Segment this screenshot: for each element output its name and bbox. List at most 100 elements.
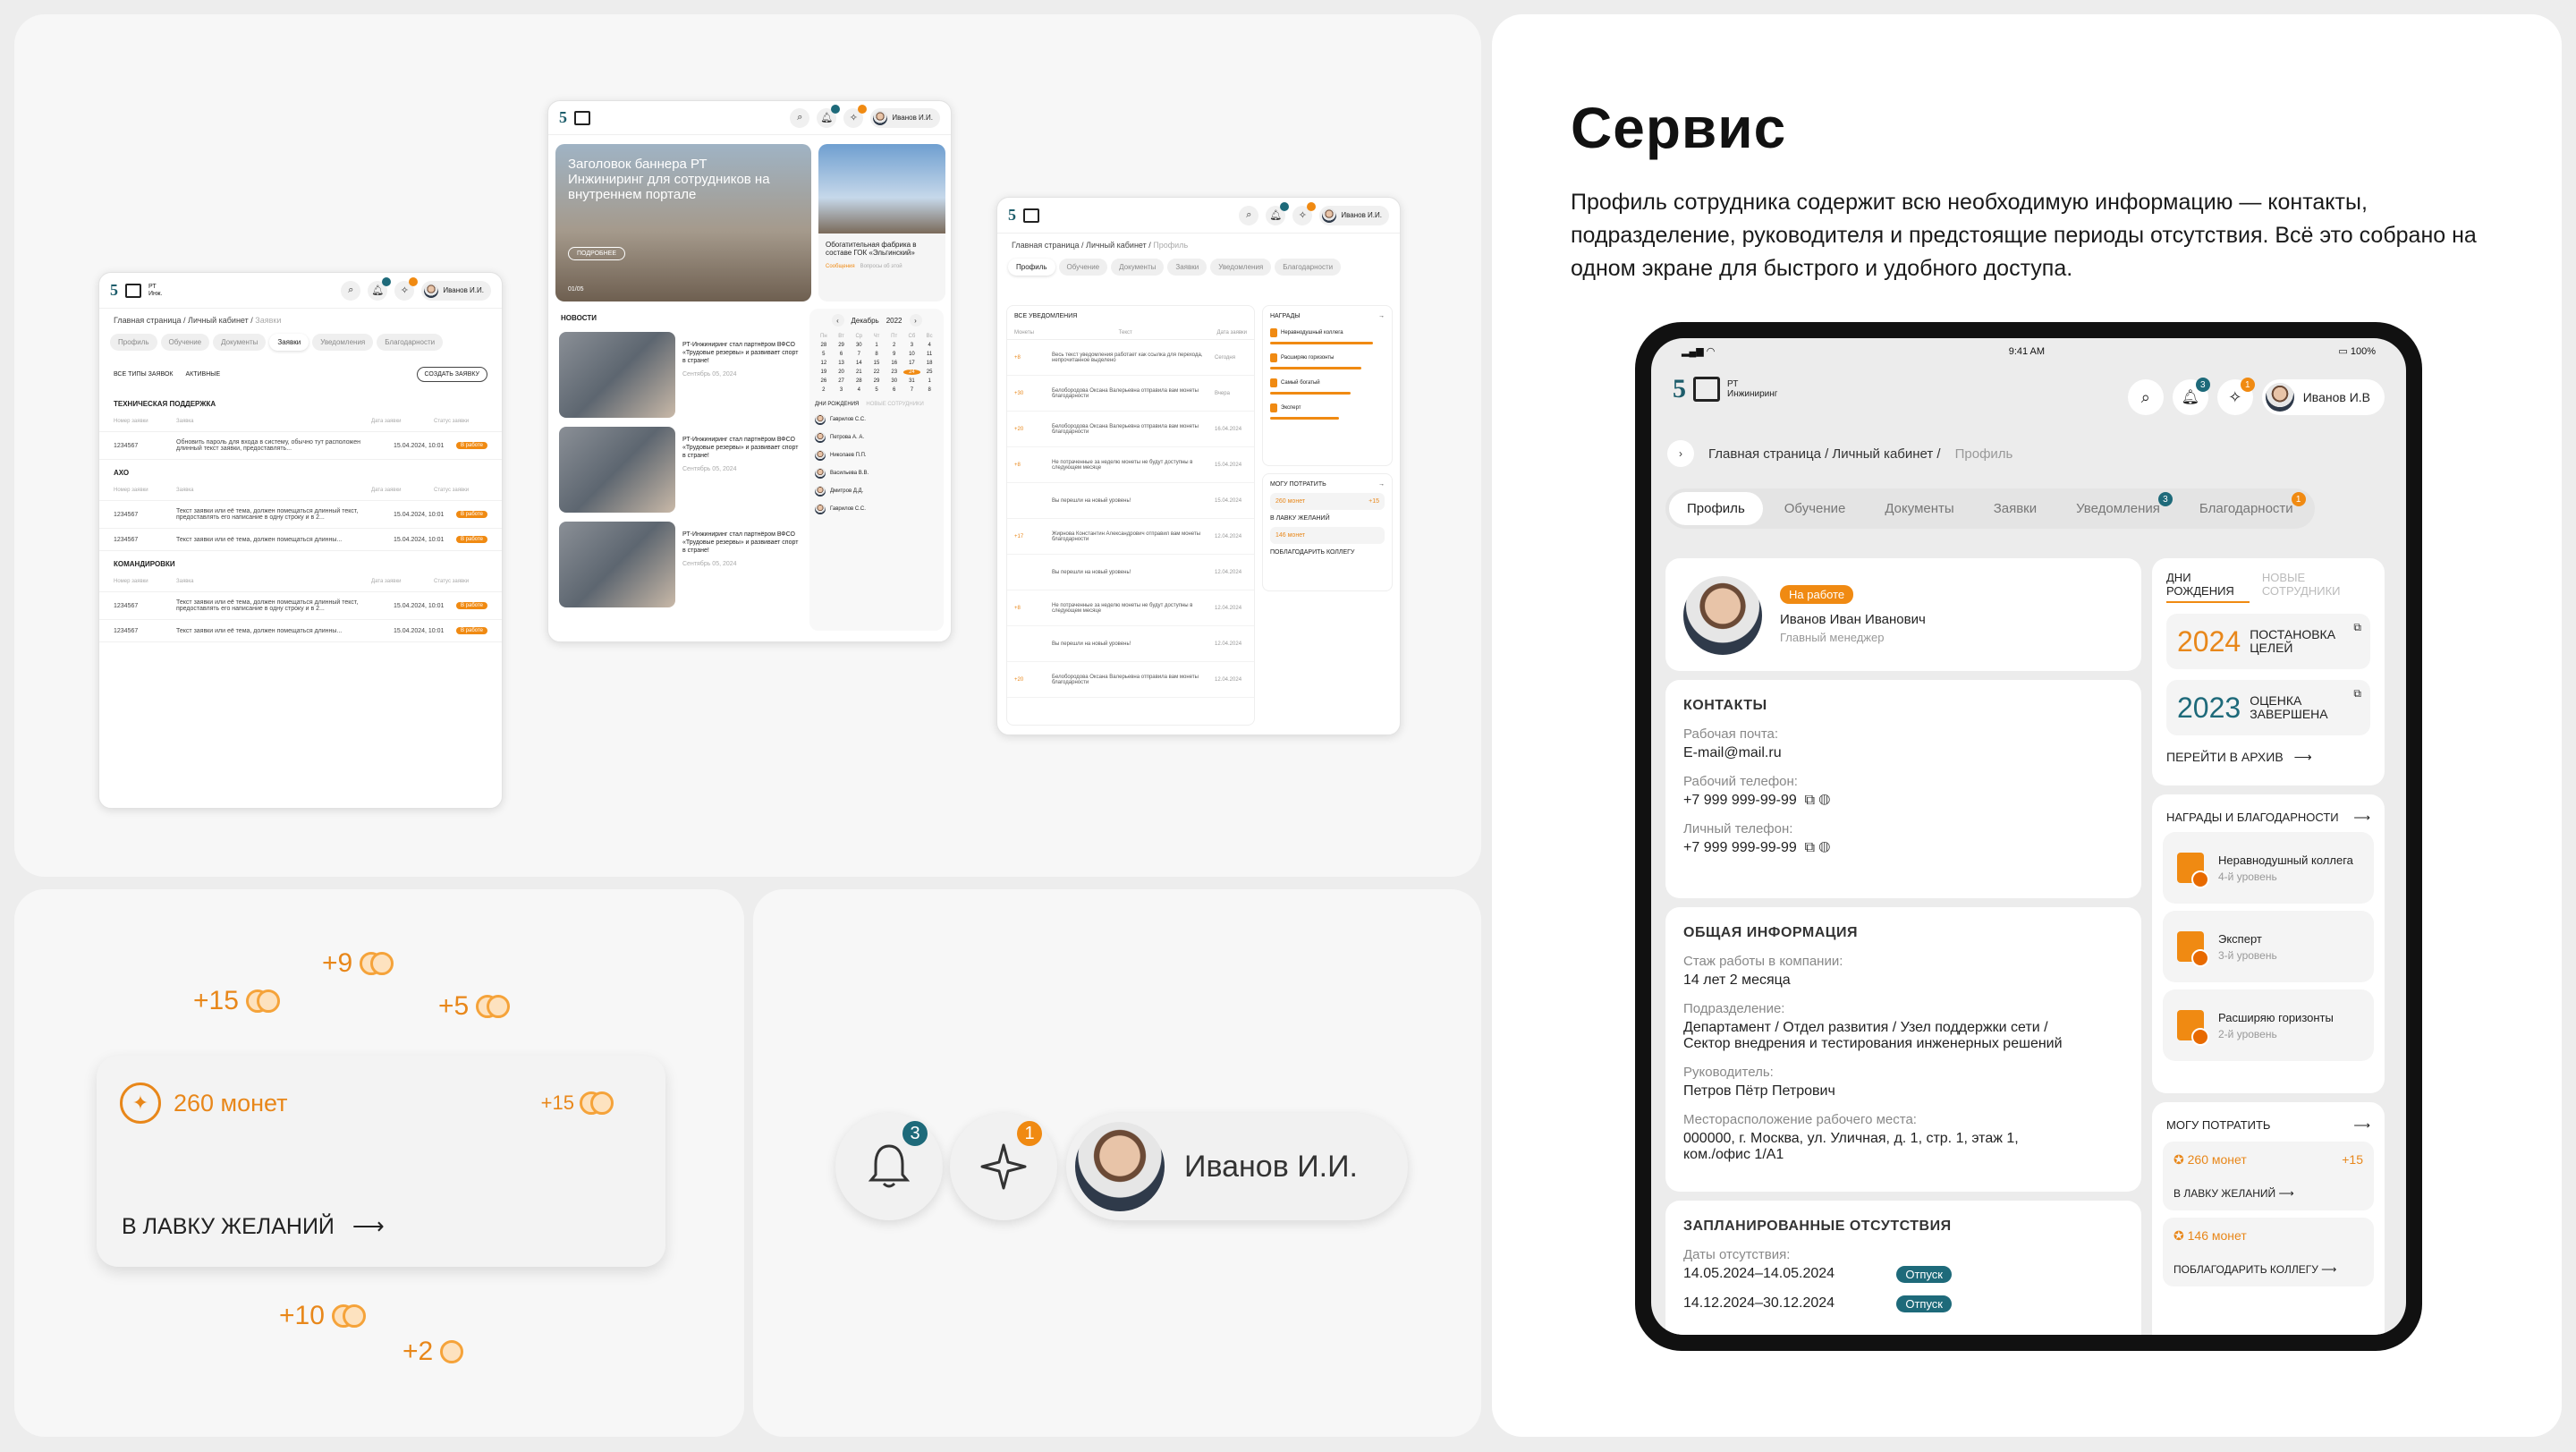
tab[interactable]: Уведомления: [312, 334, 374, 351]
notifications-filter[interactable]: ВСЕ УВЕДОМЛЕНИЯ: [1007, 306, 1254, 327]
calendar-day[interactable]: 5: [815, 352, 833, 357]
profile-tab[interactable]: Благодарности 1: [2182, 492, 2311, 525]
filter-type[interactable]: ВСЕ ТИПЫ ЗАЯВОК: [114, 371, 174, 378]
tab[interactable]: Профиль: [1008, 259, 1055, 276]
sparkle-icon[interactable]: ✧: [1292, 201, 1317, 225]
notification-row[interactable]: +8 Не потраченные за неделю монеты не буд…: [1007, 590, 1254, 626]
calendar-day[interactable]: 25: [920, 369, 938, 375]
sparkle-button[interactable]: ✧ 1: [2216, 378, 2255, 415]
calendar-day[interactable]: 6: [833, 352, 851, 357]
table-row[interactable]: 1234567 Текст заявки или её тема, должен …: [99, 592, 502, 620]
tab[interactable]: Профиль: [110, 334, 157, 351]
thank-link[interactable]: ПОБЛАГОДАРИТЬ КОЛЛЕГУ ⟶: [2174, 1263, 2363, 1276]
calendar-day[interactable]: 9: [886, 352, 903, 357]
calendar-day[interactable]: 21: [850, 369, 868, 375]
bell-icon[interactable]: 🔔︎: [817, 104, 841, 128]
email-value[interactable]: E-mail@mail.ru: [1683, 745, 2123, 761]
tab[interactable]: Обучение: [160, 334, 210, 351]
profile-tab[interactable]: Уведомления 3: [2058, 492, 2178, 525]
calendar-day[interactable]: 10: [903, 352, 921, 357]
bell-icon[interactable]: 🔔︎: [368, 276, 392, 301]
notification-row[interactable]: +8 Не потраченные за неделю монеты не буд…: [1007, 447, 1254, 483]
shop-link[interactable]: В ЛАВКУ ЖЕЛАНИЙ: [1270, 515, 1385, 522]
calendar-day[interactable]: 3: [903, 343, 921, 348]
news-item[interactable]: РТ-Инжиниринг стал партнёром ВФСО «Трудо…: [559, 332, 801, 418]
arrow-right-icon[interactable]: →: [1378, 313, 1385, 319]
calendar-day[interactable]: 2: [886, 343, 903, 348]
tab[interactable]: Обучение: [1058, 259, 1108, 276]
notification-row[interactable]: +8 Весь текст уведомления работает как сс…: [1007, 340, 1254, 376]
user-menu[interactable]: Иванов И.И.: [1319, 205, 1389, 225]
copy-icon[interactable]: ⧉: [1805, 840, 1815, 855]
sparkle-icon[interactable]: ✧: [843, 104, 868, 128]
birthday-item[interactable]: Петрова А. А.: [815, 432, 938, 443]
birthday-tab[interactable]: ДНИ РОЖДЕНИЯ: [815, 402, 859, 407]
calendar-day[interactable]: 16: [886, 361, 903, 366]
table-row[interactable]: 1234567 Текст заявки или её тема, должен …: [99, 620, 502, 642]
tab[interactable]: Документы: [1111, 259, 1165, 276]
next-month-icon[interactable]: ›: [909, 314, 922, 327]
profile-tab[interactable]: Документы: [1867, 492, 1971, 525]
news-item[interactable]: РТ-Инжиниринг стал партнёром ВФСО «Трудо…: [559, 522, 801, 607]
tab[interactable]: Документы: [213, 334, 267, 351]
calendar-day[interactable]: 22: [868, 369, 886, 375]
external-link-icon[interactable]: ⧉: [2353, 687, 2361, 701]
external-link-icon[interactable]: ⧉: [2353, 621, 2361, 634]
calendar-day[interactable]: 29: [868, 378, 886, 384]
side-tab[interactable]: Сообщения: [826, 264, 855, 269]
calendar-day[interactable]: 7: [903, 387, 921, 393]
search-icon[interactable]: ⌕: [790, 107, 810, 128]
chevron-right-icon[interactable]: ›: [1667, 440, 1694, 467]
calendar-day[interactable]: 12: [815, 361, 833, 366]
profile-tab[interactable]: Профиль: [1669, 492, 1763, 525]
notification-row[interactable]: Вы перешли на новый уровень! 12.04.2024: [1007, 555, 1254, 590]
calendar-day[interactable]: 4: [850, 387, 868, 393]
tab[interactable]: Заявки: [1167, 259, 1208, 276]
create-request-button[interactable]: СОЗДАТЬ ЗАЯВКУ: [416, 367, 487, 382]
calendar-day[interactable]: 3: [833, 387, 851, 393]
search-icon[interactable]: ⌕: [341, 280, 361, 301]
calendar-day[interactable]: 6: [886, 387, 903, 393]
calendar-day[interactable]: 4: [920, 343, 938, 348]
birthday-item[interactable]: Васильева В.В.: [815, 468, 938, 479]
goal-item[interactable]: 2023 ОЦЕНКА ЗАВЕРШЕНА ⧉: [2166, 680, 2370, 735]
notification-row[interactable]: +20 Белобородова Оксана Валерьевна отправ…: [1007, 662, 1254, 698]
banner[interactable]: Заголовок баннера РТ Инжиниринг для сотр…: [555, 144, 811, 301]
banner-more-button[interactable]: ПОДРОБНЕЕ: [568, 247, 626, 260]
notification-row[interactable]: +30 Белобородова Оксана Валерьевна отправ…: [1007, 376, 1254, 412]
calendar-day[interactable]: 29: [833, 343, 851, 348]
award-item[interactable]: Неравнодушный коллега 4-й уровень: [2163, 832, 2374, 904]
calendar-day[interactable]: 30: [850, 343, 868, 348]
tab[interactable]: Благодарности: [1275, 259, 1342, 276]
calendar-day[interactable]: 2: [815, 387, 833, 393]
search-icon[interactable]: ⌕: [2127, 379, 2164, 415]
chat-icon[interactable]: ◍: [1819, 840, 1831, 855]
calendar-day[interactable]: 19: [815, 369, 833, 375]
breadcrumb-path[interactable]: Главная страница / Личный кабинет /: [1708, 446, 1941, 462]
calendar-day[interactable]: 23: [886, 369, 903, 375]
calendar-day[interactable]: 28: [815, 343, 833, 348]
profile-tab[interactable]: Заявки: [1976, 492, 2055, 525]
chat-icon[interactable]: ◍: [1819, 793, 1831, 808]
sparkle-icon[interactable]: ✧: [394, 276, 419, 301]
calendar-day[interactable]: 14: [850, 361, 868, 366]
calendar-day[interactable]: 11: [920, 352, 938, 357]
arrow-right-icon[interactable]: ⟶: [2353, 1118, 2370, 1133]
calendar-day[interactable]: 30: [886, 378, 903, 384]
table-row[interactable]: 1234567 Текст заявки или её тема, должен …: [99, 501, 502, 529]
shop-link[interactable]: В ЛАВКУ ЖЕЛАНИЙ ⟶: [2174, 1187, 2363, 1200]
birthday-item[interactable]: Гаврилов С.С.: [815, 504, 938, 514]
manager-value[interactable]: Петров Пётр Петрович: [1683, 1083, 2123, 1100]
notification-row[interactable]: +20 Белобородова Оксана Валерьевна отправ…: [1007, 412, 1254, 447]
award-item[interactable]: Расширяю горизонты: [1270, 353, 1385, 362]
tab-birthdays[interactable]: ДНИ РОЖДЕНИЯ: [2166, 571, 2250, 603]
breadcrumb-path[interactable]: Главная страница / Личный кабинет /: [114, 316, 253, 325]
table-row[interactable]: 1234567 Текст заявки или её тема, должен …: [99, 529, 502, 551]
archive-link[interactable]: ПЕРЕЙТИ В АРХИВ ⟶: [2166, 750, 2370, 765]
bell-button[interactable]: 🔔︎ 3: [2172, 378, 2210, 415]
arrow-right-icon[interactable]: →: [1378, 481, 1385, 488]
side-banner[interactable]: Обогатительная фабрика в составе ГОК «Эл…: [818, 144, 945, 301]
calendar-day[interactable]: 28: [850, 378, 868, 384]
bell-icon[interactable]: 🔔︎: [1266, 201, 1290, 225]
calendar-day[interactable]: 5: [868, 387, 886, 393]
